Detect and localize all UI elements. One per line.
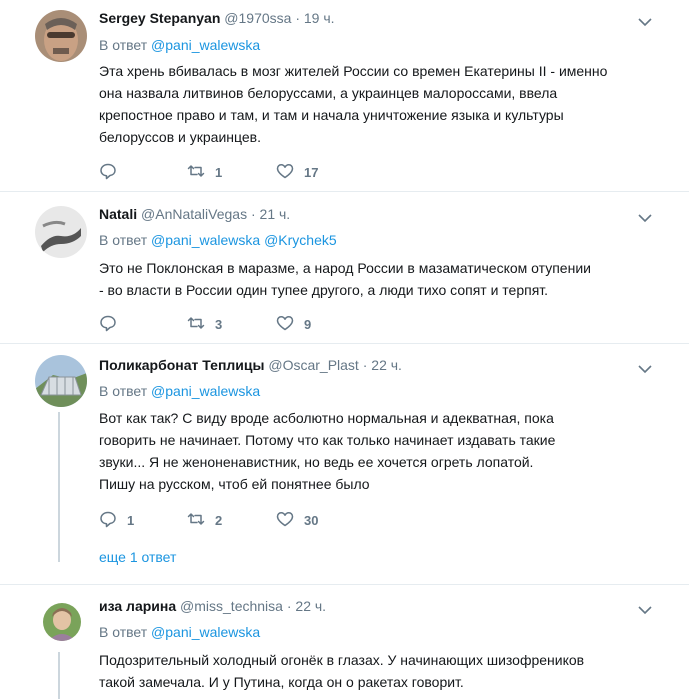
avatar[interactable] <box>35 355 87 407</box>
like-count: 9 <box>304 316 312 332</box>
thread-line <box>58 652 60 699</box>
retweet-button[interactable]: 2 <box>187 510 222 530</box>
reply-count: 1 <box>127 512 135 528</box>
like-button[interactable]: 30 <box>276 510 318 530</box>
timestamp[interactable]: 21 ч. <box>260 206 291 222</box>
tweet-header: Natali @AnNataliVegas · 21 ч. <box>99 206 290 222</box>
tweet-text: Вот как так? С виду вроде асболютно норм… <box>99 410 556 492</box>
display-name[interactable]: Поликарбонат Теплицы <box>99 357 264 373</box>
like-count: 17 <box>304 164 319 180</box>
reply-icon <box>99 510 117 531</box>
mention-link[interactable]: @pani_walewska <box>151 232 260 248</box>
like-icon <box>276 314 294 335</box>
retweet-count: 3 <box>215 316 223 332</box>
show-more-replies-link[interactable]: еще 1 ответ <box>99 549 176 565</box>
tweet-header: Поликарбонат Теплицы @Oscar_Plast · 22 ч… <box>99 357 402 373</box>
reply-context: В ответ @pani_walewska @Krychek5 <box>99 232 337 248</box>
user-handle[interactable]: @Oscar_Plast <box>268 357 358 373</box>
like-icon <box>276 162 294 183</box>
thread-line <box>58 412 60 562</box>
chevron-down-icon[interactable] <box>638 602 652 615</box>
like-count: 30 <box>304 512 319 528</box>
avatar[interactable] <box>43 603 81 641</box>
divider <box>0 191 689 192</box>
reply-button[interactable] <box>99 314 127 334</box>
timestamp[interactable]: 19 ч. <box>304 10 335 26</box>
reply-context: В ответ @pani_walewska <box>99 624 261 640</box>
separator-dot: · <box>286 598 292 614</box>
display-name[interactable]: Sergey Stepanyan <box>99 10 220 26</box>
chevron-down-icon[interactable] <box>638 210 652 223</box>
retweet-icon <box>187 162 205 183</box>
tweet-text: Эта хрень вбивалась в мозг жителей Росси… <box>99 63 608 145</box>
separator-dot: · <box>362 357 368 373</box>
tweet-header: иза ларина @miss_technisa · 22 ч. <box>99 598 326 614</box>
mention-link[interactable]: @pani_walewska <box>151 383 260 399</box>
timestamp[interactable]: 22 ч. <box>371 357 402 373</box>
separator-dot: · <box>295 10 300 26</box>
retweet-button[interactable]: 1 <box>187 162 222 182</box>
tweet-header: Sergey Stepanyan @1970ssa · 19 ч. <box>99 10 335 26</box>
mention-link[interactable]: @pani_walewska <box>151 37 260 53</box>
divider <box>0 584 689 585</box>
chevron-down-icon[interactable] <box>638 361 652 374</box>
mention-link[interactable]: @pani_walewska <box>151 624 260 640</box>
retweet-icon <box>187 510 205 531</box>
retweet-button[interactable]: 3 <box>187 314 222 334</box>
divider <box>0 343 689 344</box>
reply-icon <box>99 162 117 183</box>
retweet-icon <box>187 314 205 335</box>
display-name[interactable]: иза ларина <box>99 598 176 614</box>
user-handle[interactable]: @miss_technisa <box>180 598 283 614</box>
user-handle[interactable]: @AnNataliVegas <box>141 206 247 222</box>
display-name[interactable]: Natali <box>99 206 137 222</box>
timestamp[interactable]: 22 ч. <box>295 598 326 614</box>
reply-context: В ответ @pani_walewska <box>99 37 261 53</box>
reply-button[interactable] <box>99 162 127 182</box>
tweet-text: Это не Поклонская в маразме, а народ Рос… <box>99 260 591 298</box>
like-button[interactable]: 17 <box>276 162 318 182</box>
like-button[interactable]: 9 <box>276 314 311 334</box>
avatar[interactable] <box>35 10 87 62</box>
reply-button[interactable]: 1 <box>99 510 134 530</box>
reply-icon <box>99 314 117 335</box>
like-icon <box>276 510 294 531</box>
avatar[interactable] <box>35 206 87 258</box>
reply-context: В ответ @pani_walewska <box>99 383 261 399</box>
retweet-count: 1 <box>215 164 223 180</box>
retweet-count: 2 <box>215 512 223 528</box>
tweet-text: Подозрительный холодный огонёк в глазах.… <box>99 652 585 690</box>
mention-link[interactable]: @Krychek5 <box>264 232 337 248</box>
chevron-down-icon[interactable] <box>638 14 652 27</box>
user-handle[interactable]: @1970ssa <box>224 10 291 26</box>
separator-dot: · <box>250 206 256 222</box>
